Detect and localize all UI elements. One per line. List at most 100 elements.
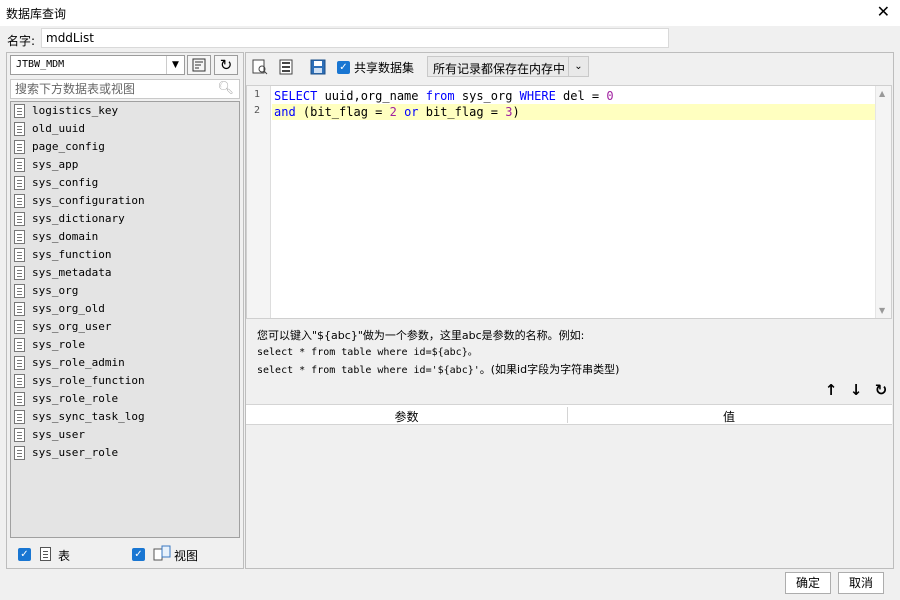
save-icon[interactable] bbox=[310, 59, 326, 75]
table-name: sys_role_admin bbox=[32, 356, 125, 369]
name-label: 名字: bbox=[7, 34, 36, 48]
datasource-panel: JTBW_MDM ▼ ↻ 🔍︎ logistics_key old_uuid p… bbox=[6, 52, 244, 569]
table-item[interactable]: sys_org_old bbox=[11, 300, 239, 318]
table-item[interactable]: sys_role bbox=[11, 336, 239, 354]
table-icon bbox=[14, 374, 25, 388]
table-item[interactable]: sys_configuration bbox=[11, 192, 239, 210]
table-item[interactable]: page_config bbox=[11, 138, 239, 156]
table-icon bbox=[14, 212, 25, 226]
table-item[interactable]: sys_user_role bbox=[11, 444, 239, 462]
table-name: sys_role_role bbox=[32, 392, 119, 405]
cache-mode-value: 所有记录都保存在内存中 bbox=[433, 62, 566, 76]
table-icon bbox=[14, 230, 25, 244]
show-tables-checkbox[interactable]: ✓ bbox=[18, 548, 31, 561]
share-dataset-checkbox[interactable]: ✓ bbox=[337, 61, 350, 74]
table-name: sys_user bbox=[32, 428, 85, 441]
table-item[interactable]: sys_user bbox=[11, 426, 239, 444]
table-icon bbox=[14, 356, 25, 370]
table-name: sys_role_function bbox=[32, 374, 145, 387]
move-up-icon[interactable]: ↑ bbox=[823, 381, 839, 399]
table-icon bbox=[14, 302, 25, 316]
sql-keyword: SELECT bbox=[274, 89, 318, 103]
search-icon[interactable]: 🔍︎ bbox=[217, 81, 234, 96]
scroll-down-icon[interactable]: ▼ bbox=[879, 306, 885, 315]
database-icon[interactable] bbox=[278, 59, 294, 75]
preview-icon[interactable] bbox=[252, 59, 268, 75]
table-icon bbox=[14, 446, 25, 460]
cancel-button[interactable]: 取消 bbox=[838, 572, 884, 594]
table-item[interactable]: sys_app bbox=[11, 156, 239, 174]
table-item[interactable]: sys_role_admin bbox=[11, 354, 239, 372]
table-icon bbox=[14, 248, 25, 262]
sql-editor[interactable]: 1 2 SELECT uuid,org_name from sys_org WH… bbox=[246, 85, 892, 319]
table-search-input[interactable] bbox=[15, 82, 215, 96]
table-item[interactable]: sys_role_role bbox=[11, 390, 239, 408]
table-item[interactable]: sys_domain bbox=[11, 228, 239, 246]
table-search[interactable]: 🔍︎ bbox=[10, 79, 240, 99]
sql-line-2: and (bit_flag = 2 or bit_flag = 3) bbox=[274, 104, 520, 120]
show-views-label: 视图 bbox=[174, 549, 199, 563]
table-name: sys_sync_task_log bbox=[32, 410, 145, 423]
table-name: sys_function bbox=[32, 248, 112, 261]
table-item[interactable]: sys_sync_task_log bbox=[11, 408, 239, 426]
share-dataset-label: 共享数据集 bbox=[354, 61, 415, 75]
sql-text: (bit_flag = bbox=[295, 105, 390, 119]
table-item[interactable]: sys_metadata bbox=[11, 264, 239, 282]
scroll-up-icon[interactable]: ▲ bbox=[879, 89, 885, 98]
window-title: 数据库查询 bbox=[6, 7, 67, 21]
line-number: 2 bbox=[253, 105, 261, 116]
sql-text: del = bbox=[555, 89, 607, 103]
name-input[interactable] bbox=[41, 28, 669, 48]
object-filter: ✓ 表 ✓ 视图 bbox=[7, 541, 243, 569]
sql-keyword: WHERE bbox=[519, 89, 556, 103]
table-name: sys_configuration bbox=[32, 194, 145, 207]
show-views-checkbox[interactable]: ✓ bbox=[132, 548, 145, 561]
database-select-value: JTBW_MDM bbox=[16, 59, 65, 70]
table-name: sys_role bbox=[32, 338, 85, 351]
chevron-down-icon[interactable]: ▼ bbox=[166, 56, 184, 74]
editor-scrollbar[interactable]: ▲ ▼ bbox=[875, 86, 891, 318]
refresh-params-icon[interactable]: ↻ bbox=[873, 381, 889, 399]
parameter-table: 参数 值 bbox=[246, 404, 892, 568]
table-icon bbox=[14, 284, 25, 298]
ok-button[interactable]: 确定 bbox=[785, 572, 831, 594]
database-select[interactable]: JTBW_MDM ▼ bbox=[10, 55, 185, 75]
table-icon bbox=[14, 176, 25, 190]
move-down-icon[interactable]: ↓ bbox=[848, 381, 864, 399]
table-item[interactable]: sys_function bbox=[11, 246, 239, 264]
refresh-button[interactable]: ↻ bbox=[214, 55, 238, 75]
table-icon bbox=[14, 338, 25, 352]
cache-mode-select[interactable]: 所有记录都保存在内存中 ⌄ bbox=[427, 56, 589, 77]
table-icon bbox=[14, 104, 25, 118]
table-name: sys_org bbox=[32, 284, 79, 297]
table-item[interactable]: sys_org_user bbox=[11, 318, 239, 336]
column-header-value[interactable]: 值 bbox=[568, 408, 890, 425]
column-header-param[interactable]: 参数 bbox=[246, 408, 567, 425]
title-bar: 数据库查询 ✕ bbox=[0, 0, 900, 26]
table-item[interactable]: sys_dictionary bbox=[11, 210, 239, 228]
table-name: sys_domain bbox=[32, 230, 99, 243]
table-icon bbox=[14, 392, 25, 406]
table-item[interactable]: sys_config bbox=[11, 174, 239, 192]
table-item[interactable]: sys_role_function bbox=[11, 372, 239, 390]
close-icon[interactable]: ✕ bbox=[877, 3, 890, 21]
hint-line-2: select * from table where id=${abc}。 bbox=[257, 347, 478, 358]
table-list: logistics_key old_uuid page_config sys_a… bbox=[10, 101, 240, 538]
table-icon bbox=[14, 122, 25, 136]
view-icon bbox=[153, 545, 171, 561]
sql-builder-button[interactable] bbox=[187, 55, 211, 75]
table-name: logistics_key bbox=[32, 104, 119, 117]
sql-number: 2 bbox=[389, 105, 397, 119]
table-icon bbox=[14, 320, 25, 334]
table-name: sys_user_role bbox=[32, 446, 119, 459]
table-item[interactable]: old_uuid bbox=[11, 120, 239, 138]
show-tables-label: 表 bbox=[58, 549, 71, 563]
line-gutter: 1 2 bbox=[247, 86, 271, 318]
hint-line-3-note: 。(如果id字段为字符串类型) bbox=[479, 363, 620, 376]
line-number: 1 bbox=[253, 89, 261, 100]
parameter-table-header: 参数 值 bbox=[246, 405, 892, 425]
chevron-down-icon[interactable]: ⌄ bbox=[568, 57, 588, 76]
table-item[interactable]: logistics_key bbox=[11, 102, 239, 120]
table-item[interactable]: sys_org bbox=[11, 282, 239, 300]
table-name: old_uuid bbox=[32, 122, 85, 135]
